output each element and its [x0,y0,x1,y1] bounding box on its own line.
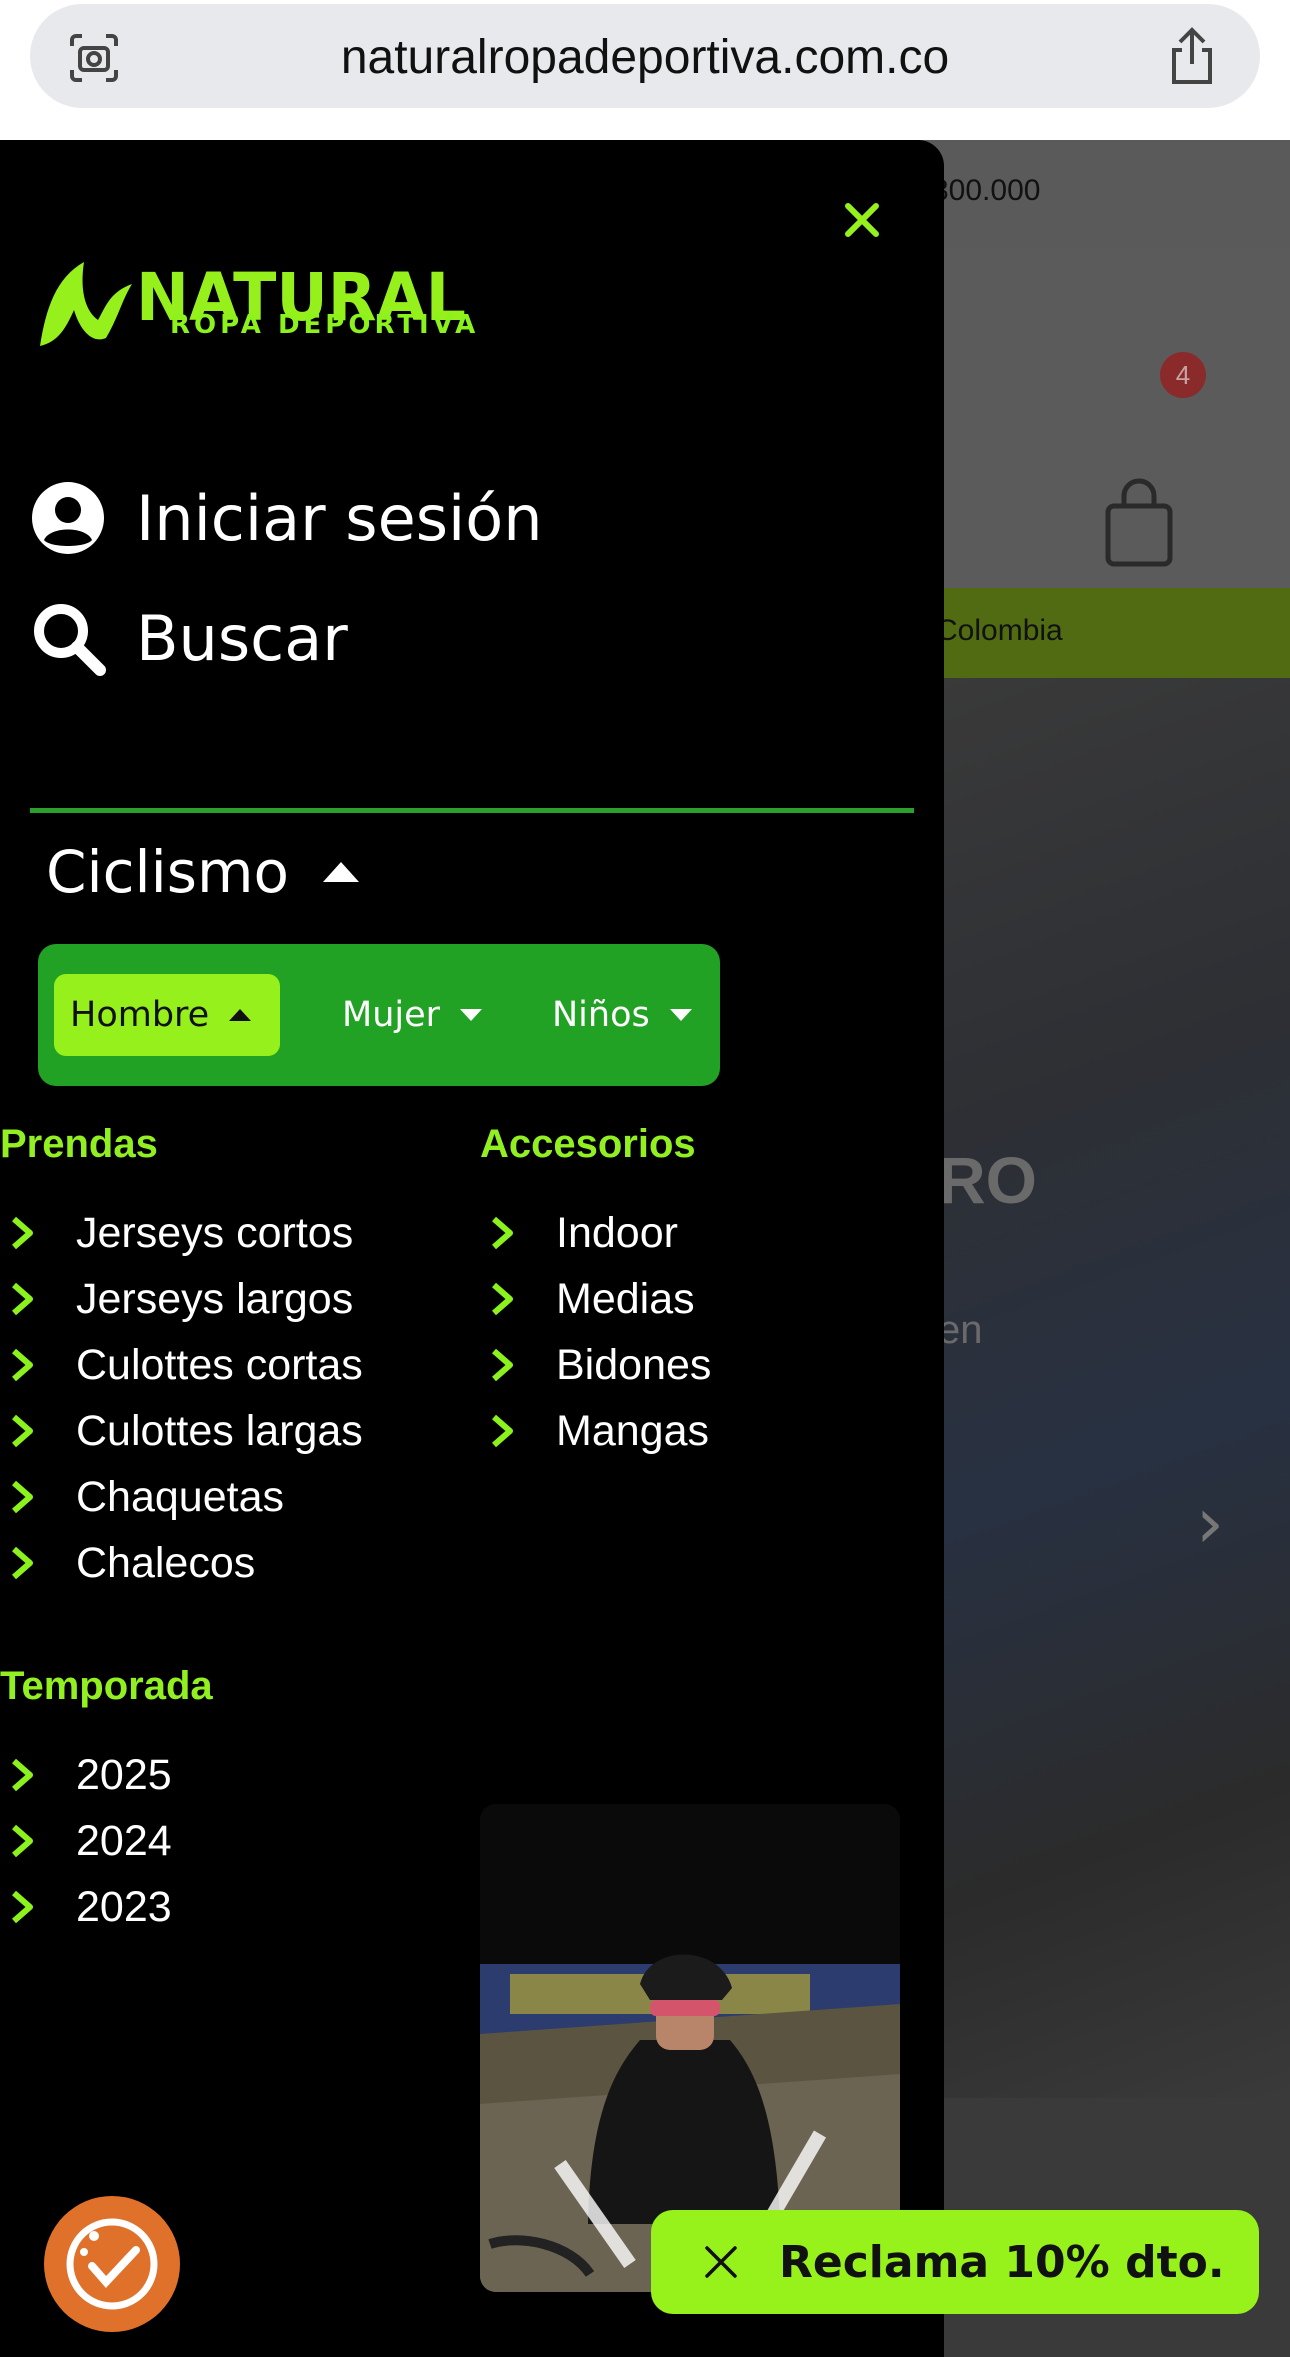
list-item[interactable]: Mangas [480,1398,711,1464]
list-item-label[interactable]: 2024 [76,1817,172,1866]
temporada-heading: Temporada [0,1664,213,1708]
chevron-right-icon: › [1196,1482,1224,1564]
list-item[interactable]: Jerseys largos [0,1266,363,1332]
caret-up-icon [229,1009,252,1021]
temporada-list: 2025 2024 2023 [0,1742,172,1940]
bg-announcement-text: 300.000 [932,174,1041,207]
cookie-check-icon [66,2218,158,2310]
list-item[interactable]: Chalecos [0,1530,363,1596]
prendas-list: Jerseys cortos Jerseys largos Culottes c… [0,1200,363,1596]
chevron-right-icon [12,1758,33,1792]
accesorios-heading: Accesorios [480,1122,696,1166]
cookie-consent-button[interactable] [44,2196,180,2332]
claim-discount-button[interactable]: Reclama 10% dto. [651,2210,1259,2314]
search-icon [34,604,106,676]
list-item-label[interactable]: Chalecos [76,1539,255,1588]
login-link[interactable]: Iniciar sesión [30,478,543,558]
chevron-right-icon [12,1480,33,1514]
list-item[interactable]: Bidones [480,1332,711,1398]
list-item[interactable]: Jerseys cortos [0,1200,363,1266]
chevron-right-icon [12,1282,33,1316]
chevron-right-icon [12,1824,33,1858]
accesorios-list: Indoor Medias Bidones Mangas [480,1200,711,1464]
chevron-right-icon [12,1216,33,1250]
share-icon[interactable] [1164,26,1220,86]
list-item-label[interactable]: Bidones [556,1341,711,1390]
ciclismo-label[interactable]: Ciclismo [46,838,289,906]
bg-shipping-text: Colombia [936,614,1063,647]
list-item[interactable]: 2024 [0,1808,172,1874]
tab-hombre-label[interactable]: Hombre [70,995,209,1035]
chevron-right-icon [12,1890,33,1924]
chevron-right-icon [492,1216,513,1250]
url-text[interactable]: naturalropadeportiva.com.co [30,30,1260,85]
list-item-label[interactable]: Indoor [556,1209,678,1258]
tab-ninos[interactable]: Niños [552,974,692,1056]
list-item-label[interactable]: 2025 [76,1751,172,1800]
browser-url-bar: naturalropadeportiva.com.co [0,0,1290,140]
list-item-label[interactable]: Mangas [556,1407,709,1456]
bg-hero-title: RO [938,1143,1037,1217]
list-item-label[interactable]: Medias [556,1275,695,1324]
gender-tabs: Hombre Mujer Niños [38,944,720,1086]
menu-divider [30,808,914,813]
list-item[interactable]: Medias [480,1266,711,1332]
claim-label[interactable]: Reclama 10% dto. [779,2237,1225,2288]
list-item-label[interactable]: Jerseys largos [76,1275,353,1324]
caret-up-icon [322,862,359,882]
login-label[interactable]: Iniciar sesión [136,482,543,555]
natural-logo[interactable]: NATURAL [36,248,476,358]
search-label[interactable]: Buscar [136,602,348,675]
chevron-right-icon [12,1546,33,1580]
tab-mujer[interactable]: Mujer [342,974,483,1056]
chevron-right-icon [12,1348,33,1382]
tab-mujer-label[interactable]: Mujer [342,995,440,1035]
bg-hero-text: en [938,1308,983,1352]
list-item[interactable]: Culottes largas [0,1398,363,1464]
logo-tagline: ROPA DEPORTIVA [170,310,480,340]
list-item-label[interactable]: Chaquetas [76,1473,284,1522]
list-item-label[interactable]: Culottes cortas [76,1341,363,1390]
close-icon[interactable] [838,196,886,244]
list-item-label[interactable]: Jerseys cortos [76,1209,353,1258]
list-item-label[interactable]: 2023 [76,1883,172,1932]
chevron-right-icon [492,1282,513,1316]
ciclismo-toggle[interactable]: Ciclismo [46,838,359,906]
caret-down-icon [669,1009,692,1021]
list-item[interactable]: Culottes cortas [0,1332,363,1398]
side-drawer-menu: NATURAL ROPA DEPORTIVA Iniciar sesión Bu… [0,140,944,2357]
tab-ninos-label[interactable]: Niños [552,995,650,1035]
list-item[interactable]: 2023 [0,1874,172,1940]
chevron-right-icon [492,1414,513,1448]
cart-count-badge: 4 [1160,352,1206,398]
list-item[interactable]: 2025 [0,1742,172,1808]
caret-down-icon [460,1009,483,1021]
address-field[interactable]: naturalropadeportiva.com.co [30,4,1260,108]
prendas-heading: Prendas [0,1122,158,1166]
chevron-right-icon [12,1414,33,1448]
bg-hero-image [900,678,1290,2098]
list-item[interactable]: Chaquetas [0,1464,363,1530]
search-link[interactable]: Buscar [30,598,348,678]
chevron-right-icon [492,1348,513,1382]
shopping-bag-icon [1105,478,1173,567]
list-item[interactable]: Indoor [480,1200,711,1266]
close-icon[interactable] [703,2244,739,2280]
list-item-label[interactable]: Culottes largas [76,1407,363,1456]
user-circle-icon [32,482,104,554]
tab-hombre[interactable]: Hombre [54,974,280,1056]
